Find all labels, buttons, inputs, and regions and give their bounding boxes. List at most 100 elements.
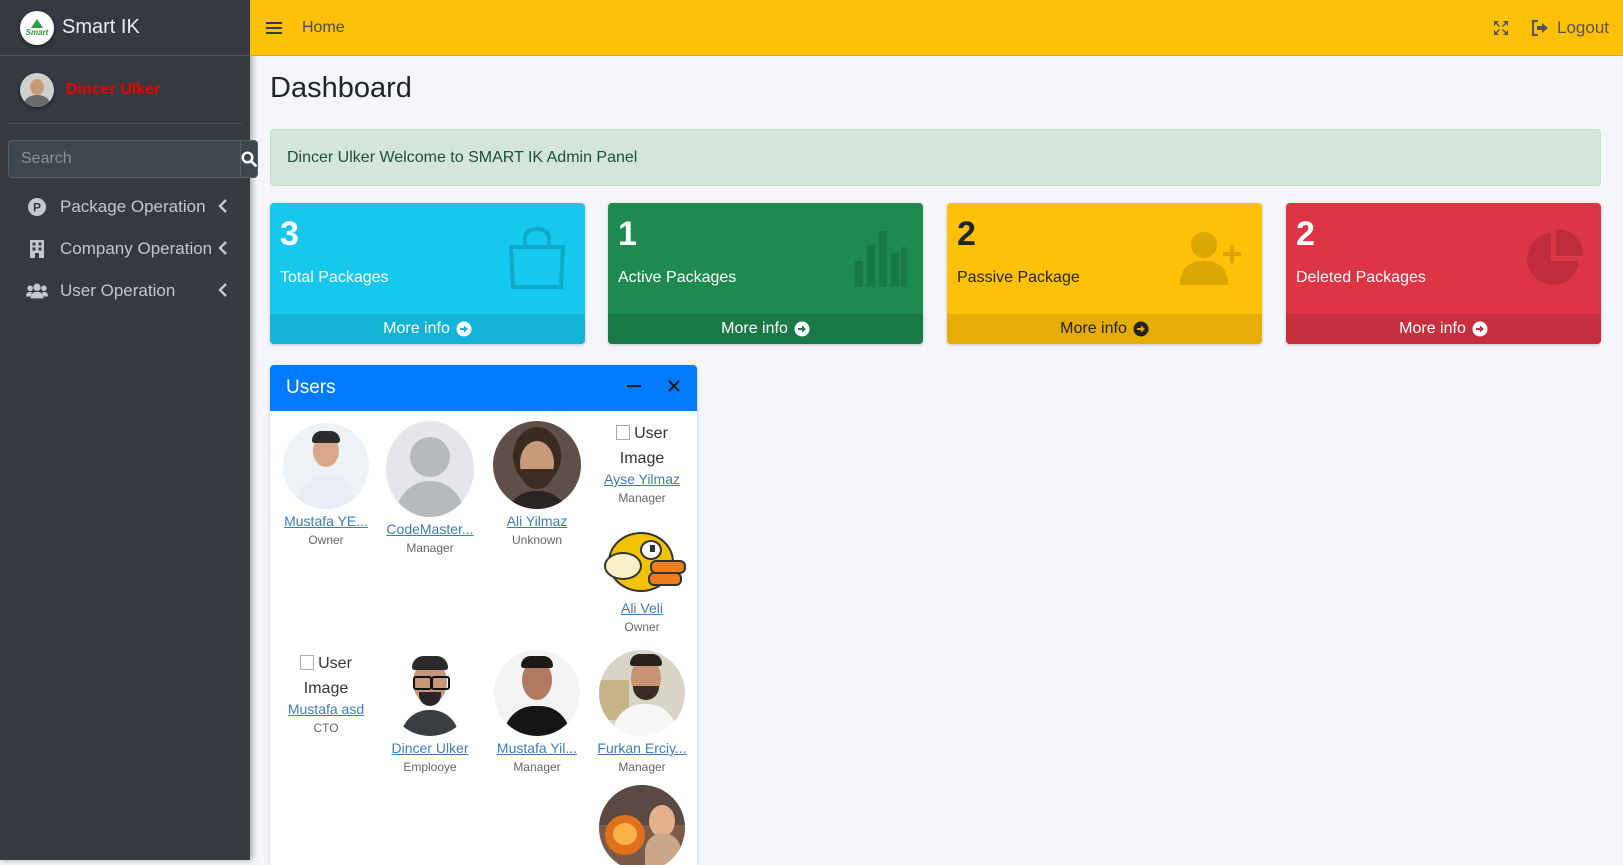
more-info-link[interactable]: More info [1286, 314, 1601, 344]
more-info-label: More info [1060, 320, 1127, 337]
brand-logo: Smart [20, 10, 54, 45]
chevron-left-icon [218, 241, 227, 255]
user-name-link[interactable]: Ali Yilmaz [487, 513, 587, 529]
arrow-circle-right-icon [1133, 321, 1149, 337]
user-name-link[interactable]: Dincer Ulker [380, 740, 480, 756]
shopping-bag-icon [508, 226, 566, 289]
users-card: Users Mustafa YE... Owner CodeMaster... … [270, 365, 697, 865]
user-avatar [387, 650, 473, 736]
top-navbar: Home Logout [250, 0, 1623, 56]
user-item: Mustafa Yil... Manager [487, 650, 587, 774]
user-item: Ali Veli Owner [592, 530, 692, 634]
brand-link[interactable]: Smart Smart IK [0, 0, 250, 56]
user-plus-icon [1180, 232, 1241, 285]
page-title: Dashboard [270, 72, 412, 104]
bird-avatar [600, 530, 686, 596]
meme-avatar [599, 785, 685, 865]
more-info-link[interactable]: More info [270, 314, 585, 344]
user-item: User Image Mustafa asd CTO [276, 651, 376, 735]
avatar [20, 72, 54, 107]
minimize-icon[interactable] [627, 379, 641, 393]
stat-label: Total Packages [280, 269, 389, 286]
user-name-link[interactable]: CodeMaster... [380, 521, 480, 537]
user-name-link[interactable]: Ayse Yilmaz [592, 471, 692, 487]
building-icon [26, 238, 48, 260]
chevron-left-icon [218, 199, 227, 213]
user-name-link[interactable]: Mustafa YE... [276, 513, 376, 529]
sidebar-item-label: Package Operation [60, 197, 206, 216]
more-info-label: More info [1399, 320, 1466, 337]
user-role: Manager [618, 760, 666, 774]
user-panel: Dincer Ulker [8, 56, 242, 124]
search-icon [241, 151, 257, 167]
user-item: Dincer Ulker Emplooye [380, 650, 480, 774]
user-item [592, 785, 692, 865]
sidebar-item-package-operation[interactable]: P Package Operation [0, 186, 250, 228]
default-user-avatar [386, 421, 474, 517]
user-role: Manager [513, 760, 561, 774]
broken-user-image: User Image [276, 651, 376, 701]
logout-label: Logout [1557, 17, 1609, 37]
card-title: Users [286, 377, 336, 398]
pie-chart-icon [1527, 228, 1584, 285]
user-item: User Image Ayse Yilmaz Manager [592, 421, 692, 505]
users-icon [26, 280, 48, 302]
sidebar-item-label: Company Operation [60, 239, 213, 258]
close-icon[interactable] [667, 379, 681, 393]
user-role: Manager [618, 491, 666, 505]
parking-p-icon: P [26, 196, 48, 218]
user-name-link[interactable]: Ali Veli [592, 600, 692, 616]
search-button[interactable] [240, 140, 258, 178]
stat-label: Deleted Packages [1296, 269, 1426, 286]
user-item: Ali Yilmaz Unknown [487, 421, 587, 547]
fullscreen-icon[interactable] [1493, 20, 1509, 36]
users-card-header: Users [270, 365, 697, 411]
arrow-circle-right-icon [456, 321, 472, 337]
search-input[interactable] [8, 140, 240, 178]
stat-value: 3 [280, 215, 299, 253]
sidebar: Smart Smart IK Dincer Ulker P Package Op… [0, 0, 258, 860]
logout-button[interactable]: Logout [1531, 18, 1609, 38]
sidebar-item-label: User Operation [60, 281, 176, 300]
more-info-link[interactable]: More info [608, 314, 923, 344]
user-role: Owner [308, 533, 344, 547]
user-role: Manager [406, 541, 454, 555]
user-name-link[interactable]: Furkan Erciy... [592, 740, 692, 756]
stat-box-total-packages: 3 Total Packages More info [270, 203, 585, 344]
sidebar-item-company-operation[interactable]: Company Operation [0, 228, 250, 270]
svg-text:P: P [33, 201, 41, 215]
hamburger-menu-icon[interactable] [266, 21, 282, 34]
stat-label: Passive Package [957, 269, 1080, 286]
welcome-alert: Dincer Ulker Welcome to SMART IK Admin P… [270, 129, 1601, 186]
more-info-label: More info [721, 320, 788, 337]
chevron-left-icon [218, 283, 227, 297]
user-avatar [599, 650, 685, 736]
user-role: Unknown [511, 533, 563, 547]
sidebar-item-user-operation[interactable]: User Operation [0, 270, 250, 312]
user-avatar [494, 650, 580, 736]
bar-chart-icon [855, 231, 907, 287]
more-info-link[interactable]: More info [947, 314, 1262, 344]
stat-value: 2 [957, 215, 976, 253]
brand-title: Smart IK [62, 16, 140, 38]
user-role: Emplooye [403, 760, 457, 774]
user-avatar [283, 423, 369, 509]
stat-box-passive-package: 2 Passive Package More info [947, 203, 1262, 344]
stat-box-active-packages: 1 Active Packages More info [608, 203, 923, 344]
arrow-circle-right-icon [794, 321, 810, 337]
more-info-label: More info [383, 320, 450, 337]
user-name-link[interactable]: Mustafa Yil... [487, 740, 587, 756]
sign-out-icon [1532, 19, 1548, 36]
user-item: Mustafa YE... Owner [276, 423, 376, 547]
home-link[interactable]: Home [302, 19, 345, 37]
user-role: Owner [624, 620, 660, 634]
user-name-link[interactable]: Mustafa asd [276, 701, 376, 717]
user-item: CodeMaster... Manager [380, 421, 480, 555]
stat-label: Active Packages [618, 269, 737, 286]
user-name-link[interactable]: Dincer Ulker [66, 81, 160, 99]
stat-box-deleted-packages: 2 Deleted Packages More info [1286, 203, 1601, 344]
sidebar-search [8, 140, 258, 178]
welcome-text: Dincer Ulker Welcome to SMART IK Admin P… [287, 148, 638, 166]
user-item: Furkan Erciy... Manager [592, 650, 692, 774]
arrow-circle-right-icon [1472, 321, 1488, 337]
